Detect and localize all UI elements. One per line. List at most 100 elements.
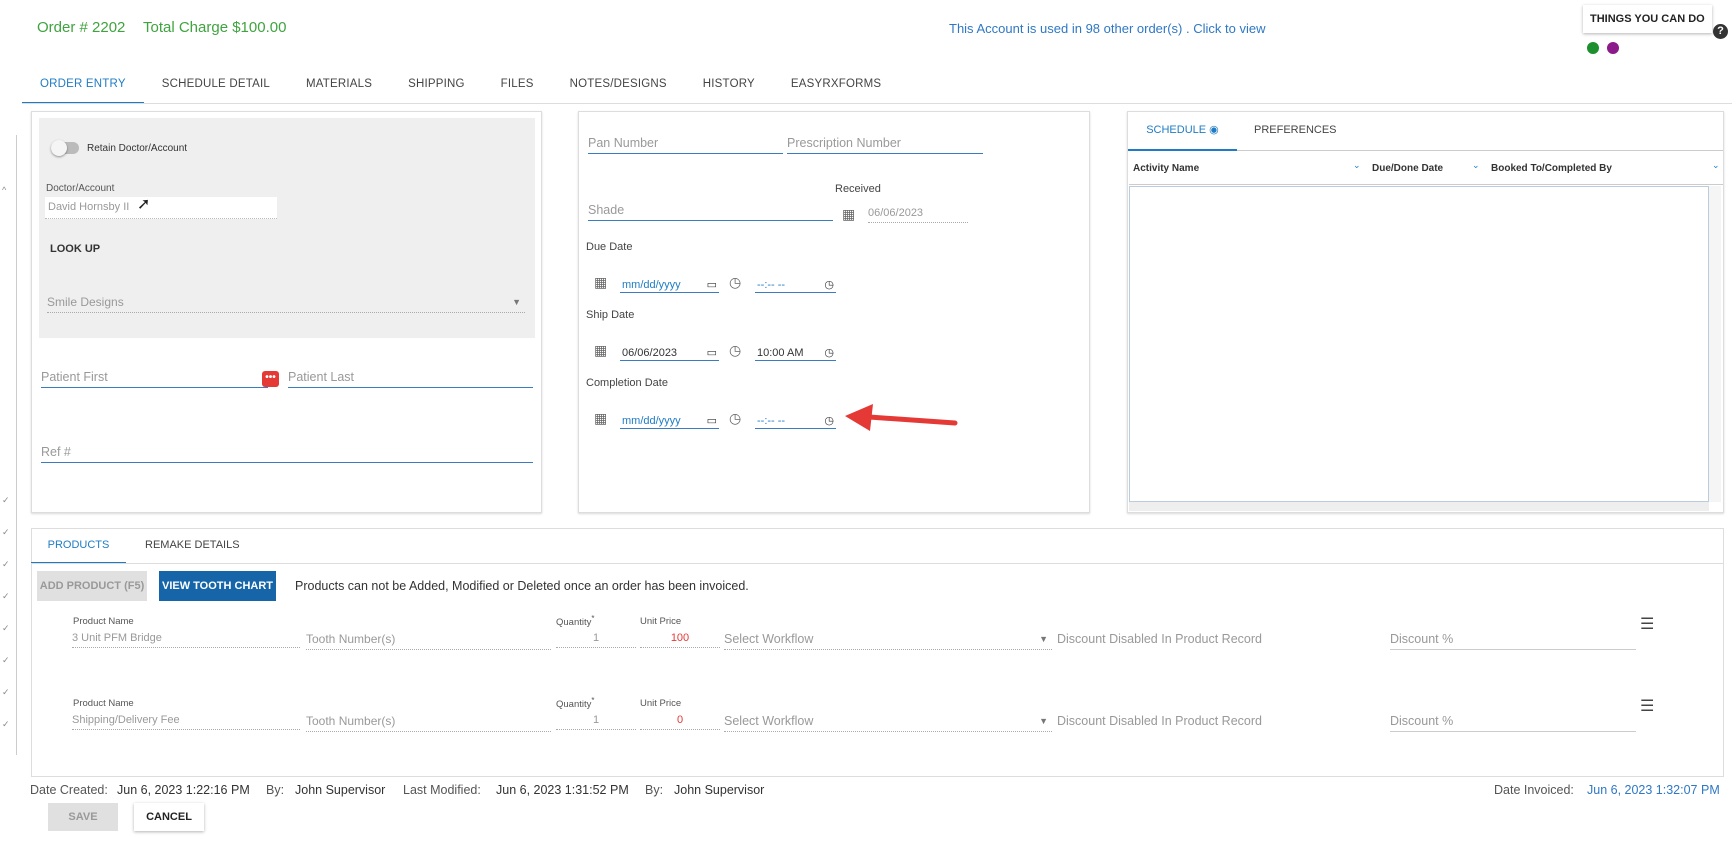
tab-materials[interactable]: MATERIALS bbox=[288, 66, 390, 104]
shade-input[interactable]: Shade bbox=[588, 203, 833, 221]
calendar-icon[interactable]: ▦ bbox=[594, 410, 607, 427]
add-product-button[interactable]: ADD PRODUCT (F5) bbox=[37, 571, 147, 601]
quantity-label: Quantity* bbox=[556, 696, 595, 711]
lookup-button[interactable]: LOOK UP bbox=[50, 243, 100, 255]
column-activity-name[interactable]: Activity Name bbox=[1133, 163, 1199, 174]
ship-date-input[interactable]: 06/06/2023 ▭ bbox=[620, 343, 719, 361]
status-dot-green bbox=[1587, 42, 1599, 54]
edit-mark-icon[interactable]: ✓ bbox=[2, 687, 10, 698]
chevron-down-icon: ▼ bbox=[1039, 716, 1048, 726]
doctor-patient-card: Retain Doctor/Account Doctor/Account Dav… bbox=[31, 111, 542, 513]
column-due-done-date[interactable]: Due/Done Date bbox=[1372, 163, 1443, 174]
eye-icon: ◉ bbox=[1209, 124, 1219, 136]
due-time-input[interactable]: --:-- -- ◷ bbox=[755, 275, 836, 293]
account-usage-link[interactable]: This Account is used in 98 other order(s… bbox=[949, 21, 1265, 36]
practice-select[interactable]: Smile Designs ▼ bbox=[47, 295, 525, 313]
more-options-icon[interactable]: ••• bbox=[262, 371, 279, 387]
edit-mark-icon[interactable]: ✓ bbox=[2, 719, 10, 730]
vertical-scrollbar[interactable] bbox=[1709, 186, 1721, 502]
cancel-button[interactable]: CANCEL bbox=[134, 803, 204, 831]
annotation-arrow-icon bbox=[845, 404, 958, 431]
chevron-down-icon[interactable]: ⌄ bbox=[1472, 160, 1480, 171]
caret-up-icon[interactable]: ^ bbox=[2, 185, 6, 195]
help-icon[interactable]: ? bbox=[1713, 24, 1728, 39]
ship-time-input[interactable]: 10:00 AM ◷ bbox=[755, 343, 836, 361]
last-modified-value: Jun 6, 2023 1:31:52 PM bbox=[496, 783, 629, 797]
things-you-can-do-button[interactable]: THINGS YOU CAN DO bbox=[1583, 5, 1712, 33]
completion-date-input[interactable]: mm/dd/yyyy ▭ bbox=[620, 411, 719, 429]
patient-first-input[interactable]: Patient First bbox=[41, 370, 268, 388]
date-picker-icon[interactable]: ▭ bbox=[707, 278, 717, 291]
date-created-label: Date Created: bbox=[30, 783, 108, 797]
ref-number-input[interactable]: Ref # bbox=[41, 445, 533, 463]
tooth-number-input[interactable]: Tooth Number(s) bbox=[306, 714, 551, 732]
tab-schedule-detail[interactable]: SCHEDULE DETAIL bbox=[144, 66, 288, 104]
list-menu-icon[interactable]: ☰ bbox=[1640, 696, 1654, 716]
schedule-table-body bbox=[1129, 186, 1709, 502]
tab-easyrxforms[interactable]: EASYRXFORMS bbox=[773, 66, 899, 104]
clock-icon[interactable]: ◷ bbox=[729, 342, 741, 359]
tab-remake-details[interactable]: REMAKE DETAILS bbox=[145, 528, 240, 564]
edit-mark-icon[interactable]: ✓ bbox=[2, 623, 10, 634]
date-picker-icon[interactable]: ▭ bbox=[707, 346, 717, 359]
view-tooth-chart-button[interactable]: VIEW TOOTH CHART bbox=[159, 571, 276, 601]
clock-icon[interactable]: ◷ bbox=[729, 274, 741, 291]
tab-files[interactable]: FILES bbox=[483, 66, 552, 104]
tab-products[interactable]: PRODUCTS bbox=[31, 528, 126, 564]
edit-mark-icon[interactable]: ✓ bbox=[2, 559, 10, 570]
tab-schedule[interactable]: SCHEDULE ◉ bbox=[1128, 112, 1237, 151]
edit-mark-icon[interactable]: ✓ bbox=[2, 655, 10, 666]
completion-time-input[interactable]: --:-- -- ◷ bbox=[755, 411, 836, 429]
edit-mark-icon[interactable]: ✓ bbox=[2, 591, 10, 602]
schedule-tabs: SCHEDULE ◉ PREFERENCES bbox=[1128, 112, 1723, 151]
prescription-number-input[interactable]: Prescription Number bbox=[787, 136, 983, 154]
status-dot-purple bbox=[1607, 42, 1619, 54]
workflow-select[interactable]: Select Workflow ▼ bbox=[724, 714, 1052, 732]
tab-order-entry[interactable]: ORDER ENTRY bbox=[22, 66, 144, 104]
workflow-select[interactable]: Select Workflow ▼ bbox=[724, 632, 1052, 650]
discount-input[interactable]: Discount % bbox=[1390, 714, 1636, 732]
tooth-number-input[interactable]: Tooth Number(s) bbox=[306, 632, 551, 650]
doctor-account-input[interactable]: David Hornsby II bbox=[45, 197, 277, 219]
calendar-icon[interactable]: ▦ bbox=[594, 274, 607, 291]
ship-time-value: 10:00 AM bbox=[757, 346, 804, 359]
date-picker-icon[interactable]: ▭ bbox=[707, 414, 717, 427]
ship-date-label: Ship Date bbox=[586, 309, 635, 321]
workflow-select-value: Select Workflow bbox=[724, 632, 814, 646]
time-picker-icon[interactable]: ◷ bbox=[824, 278, 834, 291]
list-menu-icon[interactable]: ☰ bbox=[1640, 614, 1654, 634]
unit-price-label: Unit Price bbox=[640, 698, 682, 709]
horizontal-scrollbar[interactable] bbox=[1129, 502, 1709, 511]
pan-number-input[interactable]: Pan Number bbox=[588, 136, 783, 154]
save-button[interactable]: SAVE bbox=[48, 803, 118, 831]
calendar-icon[interactable]: ▦ bbox=[594, 342, 607, 359]
modified-by-value: John Supervisor bbox=[674, 783, 765, 797]
workflow-select-value: Select Workflow bbox=[724, 714, 814, 728]
mouse-cursor-icon: ➚ bbox=[137, 196, 151, 213]
column-booked-completed-by[interactable]: Booked To/Completed By bbox=[1491, 163, 1612, 174]
tab-shipping[interactable]: SHIPPING bbox=[390, 66, 483, 104]
retain-toggle[interactable] bbox=[51, 140, 79, 156]
completion-date-value: mm/dd/yyyy bbox=[622, 414, 681, 427]
tab-notes-designs[interactable]: NOTES/DESIGNS bbox=[552, 66, 685, 104]
product-name-field: 3 Unit PFM Bridge bbox=[72, 632, 300, 648]
received-label: Received bbox=[835, 183, 881, 195]
time-picker-icon[interactable]: ◷ bbox=[824, 346, 834, 359]
received-date: 06/06/2023 bbox=[868, 207, 968, 223]
modified-by-label: By: bbox=[645, 783, 664, 797]
product-name-field: Shipping/Delivery Fee bbox=[72, 714, 300, 730]
discount-disabled-note: Discount Disabled In Product Record bbox=[1057, 714, 1262, 728]
edit-mark-icon[interactable]: ✓ bbox=[2, 495, 10, 506]
edit-mark-icon[interactable]: ✓ bbox=[2, 527, 10, 538]
tab-preferences[interactable]: PREFERENCES bbox=[1254, 112, 1337, 151]
chevron-down-icon[interactable]: ⌄ bbox=[1353, 160, 1361, 171]
schedule-table-header: Activity Name ⌄ Due/Done Date ⌄ Booked T… bbox=[1129, 152, 1723, 185]
tab-history[interactable]: HISTORY bbox=[685, 66, 773, 104]
retain-label: Retain Doctor/Account bbox=[87, 143, 188, 154]
time-picker-icon[interactable]: ◷ bbox=[824, 414, 834, 427]
discount-input[interactable]: Discount % bbox=[1390, 632, 1636, 650]
patient-last-input[interactable]: Patient Last bbox=[288, 370, 533, 388]
chevron-down-icon[interactable]: ⌄ bbox=[1712, 160, 1720, 171]
due-date-input[interactable]: mm/dd/yyyy ▭ bbox=[620, 275, 719, 293]
clock-icon[interactable]: ◷ bbox=[729, 410, 741, 427]
